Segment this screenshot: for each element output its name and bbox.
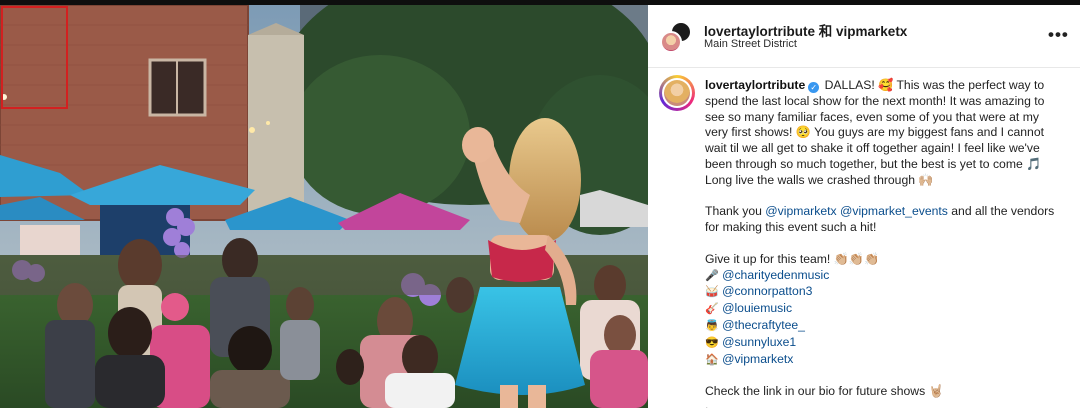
house-icon: 🏠 [705,353,719,366]
mention-charityedenmusic[interactable]: @charityedenmusic [722,268,829,282]
mention-thecraftytee[interactable]: @thecraftytee_ [722,318,805,332]
concert-scene-illustration [0,5,648,408]
avatar-lovertaylortribute[interactable] [660,31,682,53]
mention-vipmarketx[interactable]: @vipmarketx [765,204,836,218]
team-list: 🎤 @charityedenmusic 🥁 @connorpatton3 🎸 @… [705,268,1060,369]
caption-avatar[interactable] [659,75,695,111]
team-row: 🥁 @connorpatton3 [705,284,1060,301]
drum-icon: 🥁 [705,286,719,299]
post-authors[interactable]: lovertaylortribute 和 vipmarketx [704,20,907,40]
mention-vipmarketx-team[interactable]: @vipmarketx [722,352,793,366]
team-row: 🏠 @vipmarketx [705,352,1060,369]
team-row: 😎 @sunnyluxe1 [705,335,1060,352]
more-options-icon[interactable]: ••• [1048,26,1069,43]
highlight-box [1,6,68,109]
verified-badge-icon: ✓ [808,82,820,93]
team-row: 👼 @thecraftytee_ [705,318,1060,335]
team-row: 🎸 @louiemusic [705,301,1060,318]
post-photo[interactable] [0,5,648,408]
post-panel: lovertaylortribute 和 vipmarketx Main Str… [648,5,1080,408]
caption-text: DALLAS! 🥰 This was the perfect way to sp… [705,78,1045,187]
caption-username[interactable]: lovertaylortribute [705,78,805,92]
post-caption: lovertaylortribute ✓ DALLAS! 🥰 This was t… [705,78,1060,400]
caption-paragraph-1: lovertaylortribute ✓ DALLAS! 🥰 This was t… [705,78,1060,189]
instagram-post-view: lovertaylortribute 和 vipmarketx Main Str… [0,0,1080,408]
caption-footer: Check the link in our bio for future sho… [705,384,944,399]
guitar-icon: 🎸 [705,303,719,316]
team-row: 🎤 @charityedenmusic [705,268,1060,285]
caption-paragraph-thanks: Thank you @vipmarketx @vipmarket_events … [705,204,1060,236]
thanks-prefix: Thank you [705,204,766,219]
mention-connorpatton3[interactable]: @connorpatton3 [722,284,812,298]
post-header: lovertaylortribute 和 vipmarketx Main Str… [648,5,1080,68]
mention-sunnyluxe1[interactable]: @sunnyluxe1 [722,335,796,349]
avatar-image [664,80,690,106]
mention-louiemusic[interactable]: @louiemusic [722,301,792,315]
caption-giveit: Give it up for this team! 👏🏼👏🏼👏🏼 [705,251,880,266]
caption-trailing-dot: . [705,398,709,408]
angel-icon: 👼 [705,319,719,332]
post-location[interactable]: Main Street District [704,38,797,50]
sunglasses-icon: 😎 [705,336,719,349]
collab-avatars[interactable] [660,21,692,53]
microphone-icon: 🎤 [705,269,719,282]
mention-vipmarket-events[interactable]: @vipmarket_events [840,204,948,218]
